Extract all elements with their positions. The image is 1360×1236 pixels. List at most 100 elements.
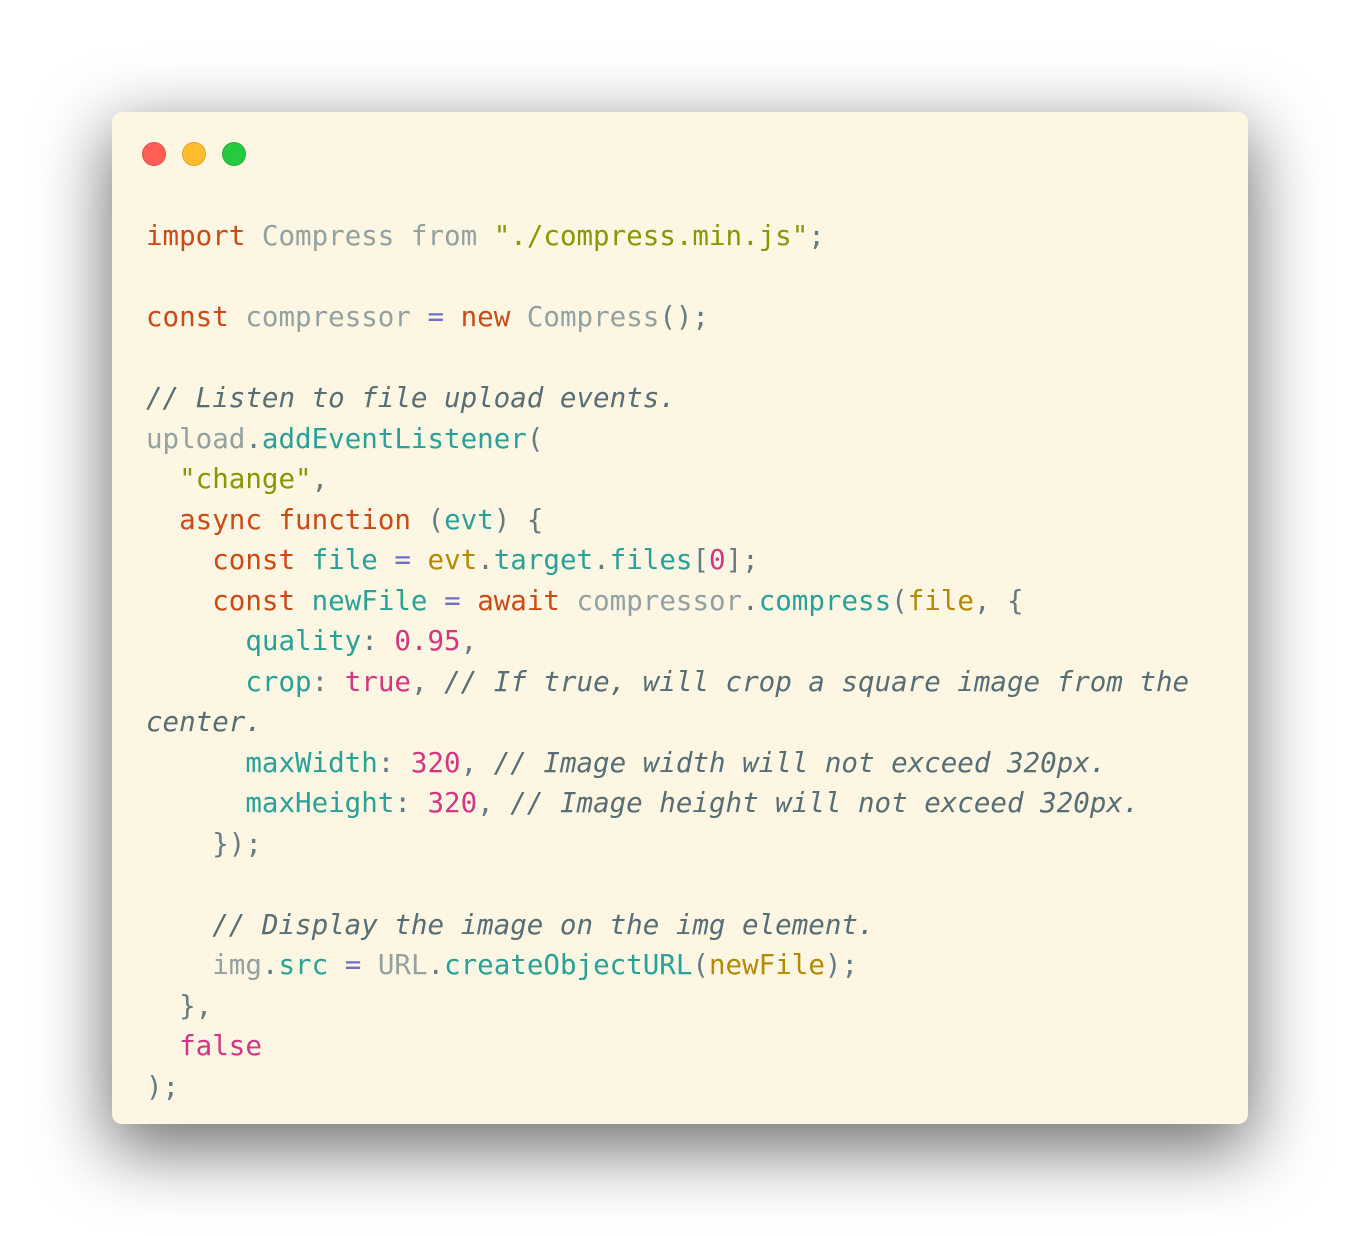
code-block: import Compress from "./compress.min.js"… (146, 216, 1226, 1107)
code-line: "change", (146, 459, 1226, 500)
code-token: Compress (526, 301, 660, 333)
minimize-window-button[interactable] (182, 142, 206, 166)
code-token: ( (891, 584, 908, 617)
code-line: import Compress from "./compress.min.js"… (146, 216, 1226, 257)
code-token: 0.95 (394, 625, 461, 657)
code-token: crop (245, 665, 312, 698)
code-token: (); (659, 301, 709, 333)
code-token: 320 (427, 787, 478, 819)
code-token: : (311, 665, 345, 698)
code-token: newFile (311, 584, 428, 617)
code-token: : (394, 787, 428, 819)
code-token: : (361, 625, 395, 657)
code-line: img.src = URL.createObjectURL(newFile); (146, 945, 1226, 986)
code-token: . (593, 544, 610, 576)
code-line: maxWidth: 320, // Image width will not e… (146, 743, 1226, 784)
code-line: center. (146, 702, 1226, 743)
code-token: files (609, 544, 693, 576)
code-token: false (179, 1030, 262, 1062)
code-line: maxHeight: 320, // Image height will not… (146, 783, 1226, 824)
code-token: , (460, 746, 494, 779)
code-token: await (477, 584, 560, 617)
code-token: , { (973, 584, 1024, 617)
code-token: const (212, 584, 296, 617)
code-token: evt (444, 503, 494, 536)
code-token: ); (824, 949, 859, 981)
code-token: // Display the image on the img element. (212, 908, 875, 941)
code-token: ( (410, 503, 445, 536)
code-token: quality (245, 625, 362, 657)
code-token: // If true, will crop a square image fro… (444, 665, 1190, 698)
code-line: }); (146, 824, 1226, 865)
code-line: quality: 0.95, (146, 621, 1226, 662)
code-token: ; (808, 220, 825, 252)
code-token: target (493, 544, 594, 576)
code-token: compress (758, 584, 892, 617)
code-line: crop: true, // If true, will crop a squa… (146, 662, 1226, 703)
code-token: : (377, 746, 411, 779)
code-token: const (146, 301, 229, 333)
code-token: maxHeight (245, 787, 395, 819)
code-token: compressor (576, 584, 743, 617)
code-line: false (146, 1026, 1226, 1067)
code-token: ) { (493, 503, 544, 536)
code-token: ( (526, 422, 544, 455)
code-token: from (410, 220, 478, 252)
code-token: function (278, 503, 411, 536)
code-token: Compress (261, 220, 395, 252)
code-token: img (212, 949, 262, 981)
window-titlebar (112, 112, 1248, 192)
code-line: async function (evt) { (146, 500, 1226, 541)
code-token: = (394, 544, 411, 576)
code-token: createObjectURL (444, 949, 693, 981)
code-line: const file = evt.target.files[0]; (146, 540, 1226, 581)
code-token: . (261, 949, 279, 981)
close-window-button[interactable] (142, 142, 166, 166)
code-token: // Listen to file upload events. (146, 382, 676, 414)
code-line: const compressor = new Compress(); (146, 297, 1226, 338)
code-token: . (427, 949, 445, 981)
code-token: upload (146, 422, 246, 455)
code-token: true (344, 665, 411, 698)
code-token: addEventListener (261, 422, 527, 455)
code-token: , (410, 665, 445, 698)
code-token: newFile (708, 949, 825, 981)
code-token: . (477, 544, 494, 576)
code-token: src (278, 949, 329, 981)
code-token: center. (146, 706, 262, 738)
code-window: import Compress from "./compress.min.js"… (112, 112, 1248, 1124)
code-token: [ (692, 544, 710, 576)
maximize-window-button[interactable] (222, 142, 246, 166)
code-line: // Display the image on the img element. (146, 905, 1226, 946)
code-token: }); (146, 827, 262, 860)
code-token: file (311, 544, 378, 576)
code-token: // Image width will not exceed 320px. (493, 746, 1107, 779)
code-token: }, (146, 989, 213, 1022)
code-token: ); (146, 1070, 180, 1103)
code-token: "./compress.min.js" (493, 220, 809, 252)
code-token: // Image height will not exceed 320px. (510, 787, 1140, 819)
code-token: = (444, 584, 461, 617)
code-line: // Listen to file upload events. (146, 378, 1226, 419)
code-line: ); (146, 1067, 1226, 1108)
code-token: , (460, 625, 478, 657)
code-token: ]; (725, 544, 759, 576)
